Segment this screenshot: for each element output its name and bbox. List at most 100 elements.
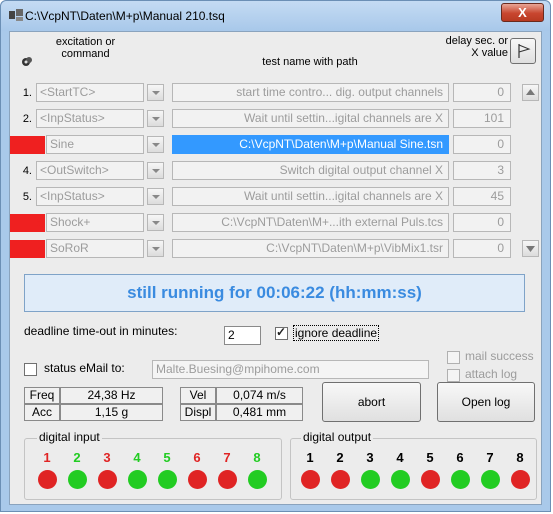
freq-label: Freq [24,387,60,404]
title-bar[interactable]: C:\VcpNT\Daten\M+p\Manual 210.tsq X [1,1,550,31]
test-path-field[interactable]: start time contro... dig. output channel… [172,83,449,102]
header-excitation: excitation or command [55,36,116,60]
channel-number: 3 [366,450,374,465]
row-marker-red: 6. [10,214,45,232]
client-area: excitation or command test name with pat… [9,31,542,505]
channel-number: 2 [73,450,81,465]
delay-field[interactable]: 0 [453,239,511,258]
row-number: 5. [22,191,32,203]
led-indicator-red [218,470,237,489]
acc-value: 1,15 g [60,404,163,421]
channel-number: 4 [133,450,141,465]
delay-field[interactable]: 101 [453,109,511,128]
digital-output-group [290,438,537,500]
close-icon: X [518,5,527,20]
led-indicator-green [451,470,470,489]
row-marker-red: 3. [10,136,45,154]
channel-number: 2 [336,450,344,465]
attach-log-checkbox[interactable] [447,369,460,382]
main-window: C:\VcpNT\Daten\M+p\Manual 210.tsq X exci… [0,0,551,512]
deadline-input[interactable]: 2 [224,326,261,345]
command-combo[interactable]: <InpStatus> [36,187,144,206]
channel-number: 5 [163,450,171,465]
digital-output-title: digital output [301,430,374,444]
delay-field[interactable]: 0 [453,135,511,154]
open-log-button[interactable]: Open log [437,382,535,422]
test-path-field-selected[interactable]: C:\VcpNT\Daten\M+p\Manual Sine.tsn [172,135,449,154]
delay-field[interactable]: 3 [453,161,511,180]
channel-number: 3 [103,450,111,465]
row-marker-red: 7. [10,240,45,258]
led-indicator-green [128,470,147,489]
mail-success-checkbox[interactable] [447,351,460,364]
channel-number: 6 [193,450,201,465]
digital-input-group [24,438,282,500]
row-number: 4. [22,165,32,177]
channel-number: 6 [456,450,464,465]
chevron-down-icon[interactable] [147,136,164,153]
flag-icon [518,44,531,58]
flag-button[interactable] [510,38,536,64]
ignore-deadline-label: ignore deadline [293,325,380,341]
chevron-down-icon[interactable] [147,110,164,127]
chevron-down-icon [526,246,535,252]
attach-log-label: attach log [465,367,518,381]
command-combo[interactable]: <OutSwitch> [36,161,144,180]
test-path-field[interactable]: Wait until settin...igital channels are … [172,109,449,128]
delay-field[interactable]: 0 [453,83,511,102]
channel-number: 7 [223,450,231,465]
led-indicator-red [511,470,530,489]
scroll-up-button[interactable] [522,84,539,101]
row-number: 2. [22,113,32,125]
email-checkbox[interactable] [24,363,37,376]
delay-field[interactable]: 45 [453,187,511,206]
command-combo[interactable]: SoRoR [46,239,144,258]
chevron-down-icon[interactable] [147,162,164,179]
email-label: status eMail to: [44,361,125,375]
gear-icon[interactable] [21,56,33,68]
email-field[interactable]: Malte.Buesing@mpihome.com [152,360,429,379]
freq-value: 24,38 Hz [60,387,163,404]
channel-number: 1 [306,450,314,465]
chevron-down-icon[interactable] [147,84,164,101]
command-combo[interactable]: Sine [46,135,144,154]
channel-number: 7 [486,450,494,465]
test-path-field[interactable]: Wait until settin...igital channels are … [172,187,449,206]
delay-field[interactable]: 0 [453,213,511,232]
led-indicator-green [248,470,267,489]
window-title: C:\VcpNT\Daten\M+p\Manual 210.tsq [25,9,225,23]
command-combo[interactable]: <StartTC> [36,83,144,102]
led-indicator-green [68,470,87,489]
vel-value: 0,074 m/s [216,387,303,404]
chevron-down-icon[interactable] [147,214,164,231]
led-indicator-red [188,470,207,489]
test-path-field[interactable]: C:\VcpNT\Daten\M+p\VibMix1.tsr [172,239,449,258]
led-indicator-red [301,470,320,489]
mail-success-label: mail success [465,349,534,363]
chevron-down-icon[interactable] [147,240,164,257]
acc-label: Acc [24,404,60,421]
test-path-field[interactable]: Switch digital output channel X [172,161,449,180]
command-combo[interactable]: Shock+ [46,213,144,232]
scroll-down-button[interactable] [522,240,539,257]
led-indicator-red [331,470,350,489]
vel-label: Vel [180,387,216,404]
led-indicator-green [481,470,500,489]
displ-value: 0,481 mm [216,404,303,421]
header-delay: delay sec. or X value [445,35,508,59]
command-combo[interactable]: <InpStatus> [36,109,144,128]
app-icon [9,9,23,21]
ignore-deadline-checkbox[interactable] [275,325,288,340]
chevron-up-icon [526,89,535,95]
test-path-field[interactable]: C:\VcpNT\Daten\M+...ith external Puls.tc… [172,213,449,232]
abort-button[interactable]: abort [322,382,421,422]
led-indicator-red [98,470,117,489]
channel-number: 1 [43,450,51,465]
led-indicator-red [421,470,440,489]
close-button[interactable]: X [501,3,544,22]
channel-number: 4 [396,450,404,465]
led-indicator-green [158,470,177,489]
chevron-down-icon[interactable] [147,188,164,205]
channel-number: 8 [516,450,524,465]
displ-label: Displ [180,404,216,421]
